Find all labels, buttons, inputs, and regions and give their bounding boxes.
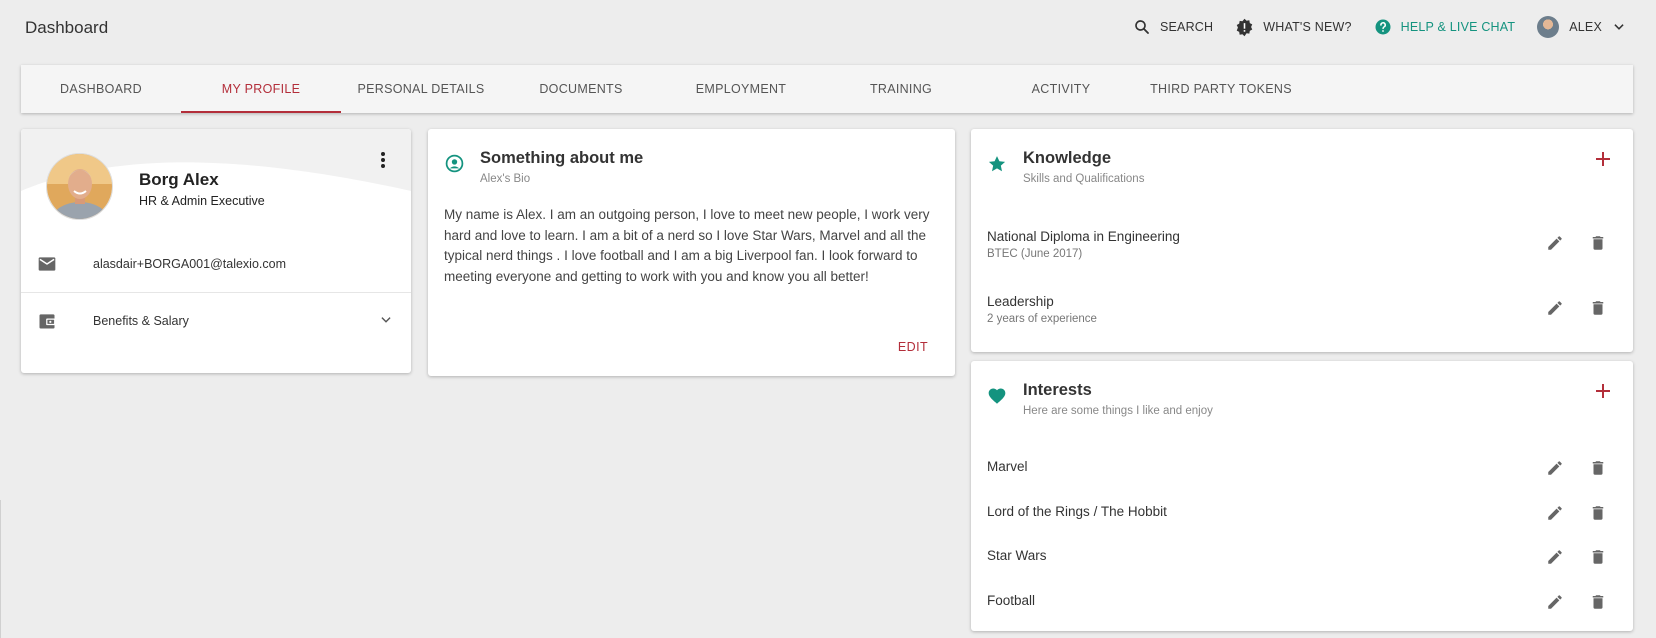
knowledge-subtitle: Skills and Qualifications [1023,173,1145,185]
more-vert-icon [381,152,385,168]
benefits-label: Benefits & Salary [93,313,189,328]
delete-icon[interactable] [1589,504,1607,522]
list-item: Marvel [987,459,1617,477]
user-name: ALEX [1569,20,1602,34]
tab-my-profile[interactable]: MY PROFILE [181,65,341,113]
email-row: alasdair+BORGA001@talexio.com [21,236,411,292]
top-actions: SEARCH WHAT'S NEW? HELP & LIVE CHAT ALEX [1111,16,1626,38]
item-meta: 2 years of experience [987,313,1097,325]
list-item: Football [987,593,1617,611]
edit-icon[interactable] [1546,459,1564,477]
more-options-button[interactable] [380,151,386,174]
star-icon [988,156,1006,172]
delete-icon[interactable] [1589,548,1607,566]
active-tab-indicator [181,111,341,113]
edit-bio-button[interactable]: EDIT [898,340,928,354]
search-label: SEARCH [1159,20,1214,34]
tab-activity[interactable]: ACTIVITY [981,65,1141,113]
new-release-icon [1236,18,1253,36]
about-subtitle: Alex's Bio [480,173,531,185]
about-card: Something about me Alex's Bio My name is… [428,129,955,376]
tab-documents[interactable]: DOCUMENTS [501,65,661,113]
item-name: Star Wars [987,548,1047,563]
edit-icon[interactable] [1546,234,1564,252]
list-item: Leadership 2 years of experience [987,294,1617,325]
item-name: Football [987,593,1036,608]
tab-personal-details[interactable]: PERSONAL DETAILS [341,65,501,113]
profile-role: HR & Admin Executive [139,194,265,208]
profile-card: Borg Alex HR & Admin Executive alasdair+… [21,129,411,373]
profile-header: Borg Alex HR & Admin Executive [21,129,411,236]
email-text: alasdair+BORGA001@talexio.com [93,257,286,271]
tab-dashboard[interactable]: DASHBOARD [21,65,181,113]
list-item: Star Wars [987,548,1617,566]
edit-icon[interactable] [1546,548,1564,566]
wallet-icon [39,313,56,328]
add-interest-button[interactable] [1595,383,1611,399]
delete-icon[interactable] [1589,593,1607,611]
help-chat-button[interactable]: HELP & LIVE CHAT [1374,18,1516,36]
delete-icon[interactable] [1589,234,1607,252]
tab-bar: DASHBOARD MY PROFILE PERSONAL DETAILS DO… [21,65,1633,113]
knowledge-card: Knowledge Skills and Qualifications Nati… [971,129,1633,352]
about-title: Something about me [480,149,644,167]
interests-subtitle: Here are some things I like and enjoy [1023,405,1213,417]
user-menu[interactable]: ALEX [1537,16,1626,38]
item-name: Leadership [987,294,1054,309]
item-name: National Diploma in Engineering [987,229,1180,244]
heart-icon [988,388,1006,404]
edit-icon[interactable] [1546,504,1564,522]
account-circle-icon [445,154,464,173]
top-bar: Dashboard SEARCH WHAT'S NEW? HELP & LIVE… [0,0,1656,56]
add-knowledge-button[interactable] [1595,151,1611,167]
interests-card: Interests Here are some things I like an… [971,361,1633,631]
profile-photo [46,153,113,220]
whats-new-label: WHAT'S NEW? [1263,20,1352,34]
whats-new-button[interactable]: WHAT'S NEW? [1235,18,1351,37]
search-icon [1135,20,1149,34]
tab-employment[interactable]: EMPLOYMENT [661,65,821,113]
interests-title: Interests [1023,381,1092,399]
page-edge [0,500,1,638]
item-name: Lord of the Rings / The Hobbit [987,504,1167,519]
benefits-row[interactable]: Benefits & Salary [21,292,411,348]
list-item: Lord of the Rings / The Hobbit [987,504,1617,522]
delete-icon[interactable] [1589,459,1607,477]
delete-icon[interactable] [1589,299,1607,317]
help-label: HELP & LIVE CHAT [1400,20,1516,34]
chevron-down-icon [1614,24,1624,30]
tab-third-party-tokens[interactable]: THIRD PARTY TOKENS [1141,65,1301,113]
item-meta: BTEC (June 2017) [987,248,1083,260]
app-title: Dashboard [25,18,109,37]
knowledge-title: Knowledge [1023,149,1112,167]
chevron-down-icon[interactable] [379,313,393,327]
list-item: National Diploma in Engineering BTEC (Ju… [987,229,1617,260]
tab-training[interactable]: TRAINING [821,65,981,113]
help-icon [1375,19,1391,35]
edit-icon[interactable] [1546,299,1564,317]
bio-text: My name is Alex. I am an outgoing person… [444,207,930,284]
avatar [1537,16,1560,38]
mail-icon [38,257,56,271]
item-name: Marvel [987,459,1028,474]
edit-icon[interactable] [1546,593,1564,611]
search-button[interactable]: SEARCH [1133,18,1213,36]
profile-name: Borg Alex [139,170,219,189]
